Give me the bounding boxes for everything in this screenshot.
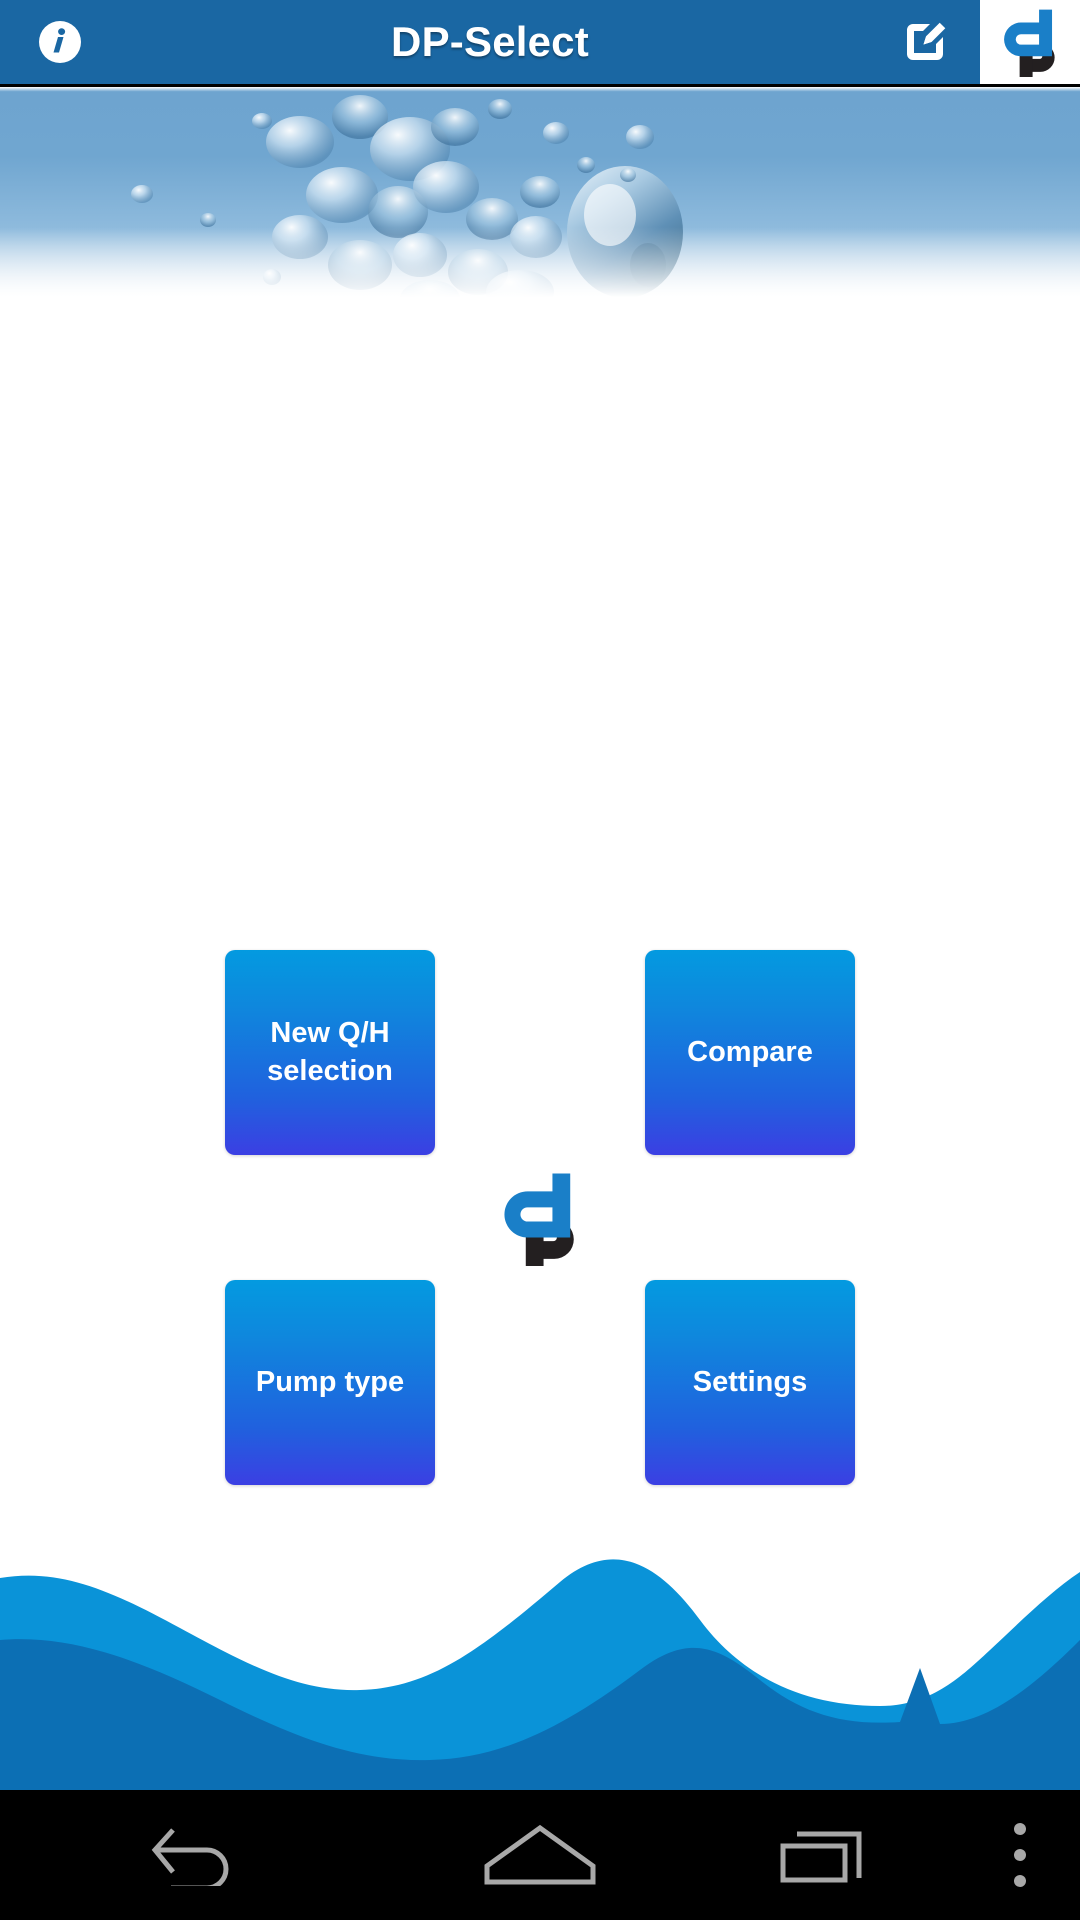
tile-row-bottom: Pump type Settings: [0, 1280, 1080, 1485]
tile-row-top: New Q/H selection Compare: [0, 950, 1080, 1155]
page-title: DP-Select: [391, 18, 589, 65]
nav-home-button[interactable]: [390, 1790, 690, 1920]
tile-pump-type[interactable]: Pump type: [225, 1280, 435, 1485]
back-arrow-icon: [151, 1828, 229, 1886]
app-root: DP-Select New Q/H selection Compare Pump…: [0, 0, 1080, 1920]
info-icon: [39, 21, 81, 63]
tile-grid: New Q/H selection Compare Pump type Sett…: [0, 950, 1080, 1485]
tile-compare[interactable]: Compare: [645, 950, 855, 1155]
nav-back-button[interactable]: [0, 1790, 390, 1920]
wave-back-shape: [0, 1559, 1080, 1790]
recents-icon: [780, 1831, 862, 1883]
hero-water-image: [0, 87, 1080, 317]
tile-new-qh-selection[interactable]: New Q/H selection: [225, 950, 435, 1155]
wave-front-shape: [0, 1639, 1080, 1790]
dp-logo-icon: [1004, 9, 1055, 77]
app-header: DP-Select: [0, 0, 1080, 87]
dp-logo-center-icon: [504, 1173, 574, 1266]
nav-overflow-button[interactable]: [960, 1790, 1080, 1920]
edit-icon: [907, 22, 946, 60]
wave-decoration: [0, 1559, 1080, 1790]
hero-fade-overlay: [0, 227, 1080, 317]
home-icon: [484, 1824, 596, 1885]
android-navigation-bar: [0, 1790, 1080, 1920]
more-vertical-icon: [1014, 1823, 1026, 1887]
nav-recents-button[interactable]: [690, 1790, 960, 1920]
center-logo-area: [0, 1155, 1080, 1280]
brand-logo[interactable]: [980, 0, 1080, 84]
tile-settings[interactable]: Settings: [645, 1280, 855, 1485]
info-button[interactable]: [0, 18, 120, 66]
header-actions: [870, 0, 1080, 84]
edit-button[interactable]: [870, 0, 980, 84]
main-content: New Q/H selection Compare Pump type Sett…: [0, 317, 1080, 1790]
